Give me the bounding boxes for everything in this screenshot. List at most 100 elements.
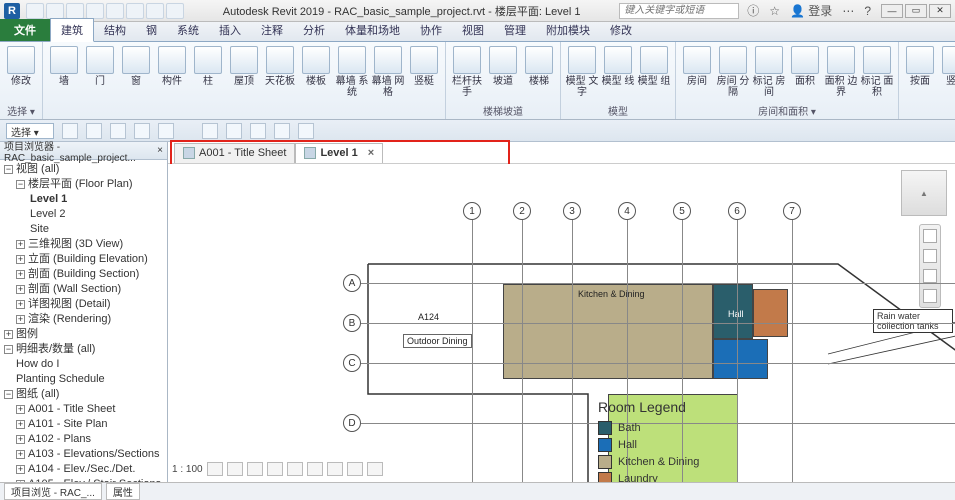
tree-expander[interactable]: + bbox=[16, 270, 25, 279]
favorite-icon[interactable]: ☆ bbox=[769, 4, 780, 18]
search-input[interactable] bbox=[619, 3, 739, 19]
minimize-button[interactable]: — bbox=[881, 4, 903, 18]
ribbon-item[interactable]: 坡道 bbox=[486, 44, 520, 87]
tree-expander[interactable]: + bbox=[4, 330, 13, 339]
menu-tab[interactable]: 结构 bbox=[94, 19, 136, 41]
menu-tab[interactable]: 建筑 bbox=[50, 18, 94, 42]
tree-expander[interactable]: + bbox=[16, 405, 25, 414]
opt-icon[interactable] bbox=[202, 123, 218, 139]
ribbon-item[interactable]: 标记 房间 bbox=[752, 44, 786, 98]
qat-button[interactable] bbox=[86, 3, 104, 19]
qat-button[interactable] bbox=[146, 3, 164, 19]
ribbon-item[interactable]: 面积 边界 bbox=[824, 44, 858, 98]
ribbon-item[interactable]: 房间 bbox=[680, 44, 714, 87]
ribbon-item[interactable]: 墙 bbox=[47, 44, 81, 87]
browser-tree[interactable]: −视图 (all)−楼层平面 (Floor Plan)Level 1Level … bbox=[0, 160, 167, 482]
ribbon-item[interactable]: 柱 bbox=[191, 44, 225, 87]
ribbon-item[interactable]: 楼梯 bbox=[522, 44, 556, 87]
ribbon-item[interactable]: 按面 bbox=[903, 44, 937, 87]
vcb-icon[interactable] bbox=[247, 462, 263, 476]
menu-tab[interactable]: 插入 bbox=[209, 19, 251, 41]
ribbon-item[interactable]: 面积 bbox=[788, 44, 822, 87]
browser-close-icon[interactable]: × bbox=[157, 145, 163, 156]
ribbon-item[interactable]: 天花板 bbox=[263, 44, 297, 87]
tree-expander[interactable]: + bbox=[16, 420, 25, 429]
opt-icon[interactable] bbox=[158, 123, 174, 139]
ribbon-item[interactable]: 竖梃 bbox=[407, 44, 441, 87]
tree-node[interactable]: +渲染 (Rendering) bbox=[2, 312, 165, 327]
vcb-icon[interactable] bbox=[227, 462, 243, 476]
tree-expander[interactable]: − bbox=[4, 390, 13, 399]
tree-expander[interactable]: + bbox=[16, 255, 25, 264]
tree-node[interactable]: Level 1 bbox=[2, 192, 165, 207]
ribbon-item[interactable]: 幕墙 系统 bbox=[335, 44, 369, 98]
menu-tab[interactable]: 修改 bbox=[600, 19, 642, 41]
menu-tab[interactable]: 管理 bbox=[494, 19, 536, 41]
tree-node[interactable]: +A102 - Plans bbox=[2, 432, 165, 447]
opt-icon[interactable] bbox=[250, 123, 266, 139]
tree-node[interactable]: +三维视图 (3D View) bbox=[2, 237, 165, 252]
ribbon-item[interactable]: 屋顶 bbox=[227, 44, 261, 87]
scale-label[interactable]: 1 : 100 bbox=[172, 464, 203, 475]
opt-icon[interactable] bbox=[298, 123, 314, 139]
maximize-button[interactable]: ▭ bbox=[905, 4, 927, 18]
vcb-icon[interactable] bbox=[347, 462, 363, 476]
ribbon-item[interactable]: 窗 bbox=[119, 44, 153, 87]
opt-icon[interactable] bbox=[134, 123, 150, 139]
tree-expander[interactable]: + bbox=[16, 315, 25, 324]
opt-icon[interactable] bbox=[274, 123, 290, 139]
tree-node[interactable]: +A101 - Site Plan bbox=[2, 417, 165, 432]
menu-tab[interactable]: 系统 bbox=[167, 19, 209, 41]
document-tab[interactable]: Level 1× bbox=[295, 143, 383, 163]
tree-expander[interactable]: − bbox=[4, 345, 13, 354]
ribbon-item[interactable]: 楼板 bbox=[299, 44, 333, 87]
vcb-icon[interactable] bbox=[287, 462, 303, 476]
ribbon-item[interactable]: 栏杆扶手 bbox=[450, 44, 484, 98]
tree-expander[interactable]: − bbox=[4, 165, 13, 174]
ribbon-item[interactable]: 门 bbox=[83, 44, 117, 87]
help-icon[interactable]: ? bbox=[864, 4, 871, 18]
ribbon-item[interactable]: 幕墙 网格 bbox=[371, 44, 405, 98]
menu-tab[interactable]: 体量和场地 bbox=[335, 19, 410, 41]
tree-node[interactable]: Site bbox=[2, 222, 165, 237]
tree-node[interactable]: −楼层平面 (Floor Plan) bbox=[2, 177, 165, 192]
menu-tab[interactable]: 附加模块 bbox=[536, 19, 600, 41]
menu-tab[interactable]: 注释 bbox=[251, 19, 293, 41]
status-tab[interactable]: 属性 bbox=[106, 483, 140, 500]
tree-expander[interactable]: + bbox=[16, 465, 25, 474]
ribbon-item[interactable]: 模型 线 bbox=[601, 44, 635, 87]
qat-button[interactable] bbox=[46, 3, 64, 19]
menu-tab[interactable]: 视图 bbox=[452, 19, 494, 41]
app-store-icon[interactable]: ⋯ bbox=[842, 4, 854, 18]
ribbon-item[interactable]: 房间 分隔 bbox=[716, 44, 750, 98]
select-combo[interactable]: 选择 ▾ bbox=[6, 123, 54, 139]
document-tab[interactable]: A001 - Title Sheet bbox=[174, 143, 295, 163]
tree-node[interactable]: −图纸 (all) bbox=[2, 387, 165, 402]
tree-node[interactable]: −视图 (all) bbox=[2, 162, 165, 177]
opt-icon[interactable] bbox=[86, 123, 102, 139]
tree-node[interactable]: +A103 - Elevations/Sections bbox=[2, 447, 165, 462]
ribbon-item[interactable]: 修改 bbox=[4, 44, 38, 87]
tree-expander[interactable]: + bbox=[16, 450, 25, 459]
menu-tab[interactable]: 分析 bbox=[293, 19, 335, 41]
menu-tab[interactable]: 钢 bbox=[136, 19, 167, 41]
tree-node[interactable]: +剖面 (Wall Section) bbox=[2, 282, 165, 297]
infocenter-icon[interactable]: ⓘ bbox=[747, 2, 759, 19]
opt-icon[interactable] bbox=[62, 123, 78, 139]
tree-node[interactable]: +详图视图 (Detail) bbox=[2, 297, 165, 312]
ribbon-item[interactable]: 标记 面积 bbox=[860, 44, 894, 98]
status-tab[interactable]: 项目浏览 - RAC_... bbox=[4, 483, 102, 500]
tree-expander[interactable]: + bbox=[16, 300, 25, 309]
ribbon-item[interactable]: 模型 文字 bbox=[565, 44, 599, 98]
tree-node[interactable]: How do I bbox=[2, 357, 165, 372]
qat-button[interactable] bbox=[66, 3, 84, 19]
tree-expander[interactable]: − bbox=[16, 180, 25, 189]
tree-expander[interactable]: + bbox=[16, 240, 25, 249]
tree-node[interactable]: Planting Schedule bbox=[2, 372, 165, 387]
login-button[interactable]: 👤 登录 bbox=[790, 2, 832, 19]
vcb-icon[interactable] bbox=[367, 462, 383, 476]
drawing-canvas[interactable]: ▲ Kitchen & Dining bbox=[168, 164, 955, 482]
opt-icon[interactable] bbox=[110, 123, 126, 139]
qat-button[interactable] bbox=[26, 3, 44, 19]
tree-expander[interactable]: + bbox=[16, 435, 25, 444]
